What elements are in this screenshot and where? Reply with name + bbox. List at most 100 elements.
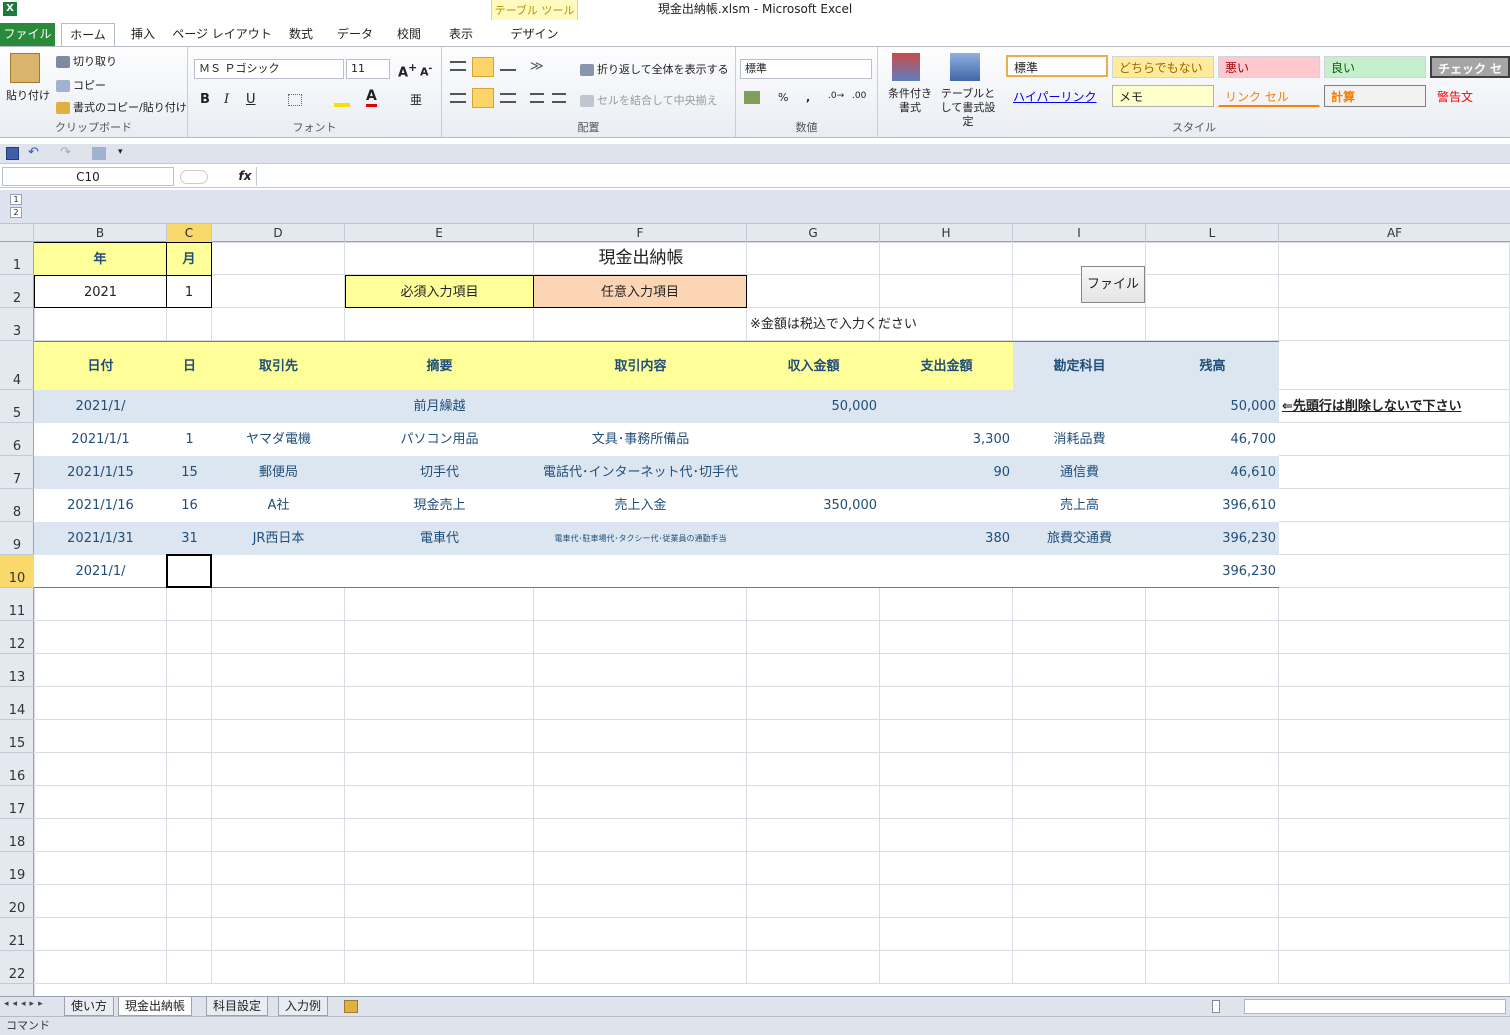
table-cell[interactable]: 46,610 (1146, 456, 1279, 489)
table-cell[interactable]: 16 (167, 489, 212, 522)
file-button[interactable]: ファイル (1081, 266, 1145, 303)
table-header-4[interactable]: 取引内容 (534, 341, 747, 390)
table-cell[interactable]: 売上入金 (534, 489, 747, 522)
sheet-tab-accounts[interactable]: 科目設定 (206, 997, 269, 1016)
table-cell[interactable]: 売上高 (1013, 489, 1146, 522)
table-cell[interactable] (1013, 390, 1146, 423)
row-header-3[interactable]: 3 (0, 308, 34, 341)
table-cell[interactable] (534, 555, 747, 588)
row-header-14[interactable]: 14 (0, 687, 34, 720)
worksheet-grid[interactable]: 年月 2021 1 現金出納帳 必須入力項目 任意入力項目 ※金額は税込で入力ください ファイ… (34, 242, 1510, 996)
table-header-0[interactable]: 日付 (34, 341, 167, 390)
table-cell[interactable]: 切手代 (345, 456, 534, 489)
select-all-corner[interactable] (0, 224, 34, 242)
table-header-6[interactable]: 支出金額 (880, 341, 1013, 390)
column-header-D[interactable]: D (212, 224, 345, 242)
conditional-format-button[interactable]: 条件付き書式 (884, 87, 936, 115)
column-header-B[interactable]: B (34, 224, 167, 242)
row-header-18[interactable]: 18 (0, 819, 34, 852)
table-cell[interactable]: 50,000 (1146, 390, 1279, 423)
table-cell[interactable]: 3,300 (880, 423, 1013, 456)
horizontal-scrollbar[interactable] (1244, 999, 1506, 1014)
row-header-19[interactable]: 19 (0, 852, 34, 885)
column-header-I[interactable]: I (1013, 224, 1146, 242)
format-painter-button[interactable]: 書式のコピー/貼り付け (56, 99, 187, 115)
print-preview-icon[interactable] (92, 147, 106, 160)
align-center-icon[interactable] (472, 88, 494, 108)
table-cell[interactable] (747, 555, 880, 588)
table-header-8[interactable]: 残高 (1146, 341, 1279, 390)
fx-icon[interactable]: fx (235, 167, 255, 186)
do-not-delete-warning[interactable]: ⇐先頭行は削除しないで下さい (1279, 390, 1510, 423)
column-header-G[interactable]: G (747, 224, 880, 242)
customize-qat-icon[interactable]: ▾ (118, 147, 123, 157)
style-hyperlink[interactable]: ハイパーリンク (1006, 85, 1108, 107)
table-cell[interactable] (212, 555, 345, 588)
row-header-10[interactable]: 10 (0, 555, 34, 588)
fill-color-icon[interactable] (334, 91, 350, 107)
table-header-1[interactable]: 日 (167, 341, 212, 390)
sheet-tab-usage[interactable]: 使い方 (64, 997, 115, 1016)
year-label-cell[interactable]: 年 (34, 242, 167, 275)
redo-icon[interactable]: ↷ (60, 145, 71, 160)
font-color-icon[interactable]: A (366, 89, 377, 107)
month-value-cell[interactable]: 1 (167, 275, 212, 308)
table-header-7[interactable]: 勘定科目 (1013, 341, 1146, 390)
save-icon[interactable] (6, 147, 19, 160)
column-header-C[interactable]: C (167, 224, 212, 242)
wrap-text-button[interactable]: 折り返して全体を表示する (580, 61, 729, 77)
year-value-cell[interactable]: 2021 (34, 275, 167, 308)
table-cell[interactable]: 電車代 (345, 522, 534, 555)
style-good[interactable]: 良い (1324, 56, 1426, 78)
table-cell[interactable]: 396,230 (1146, 522, 1279, 555)
tab-review[interactable]: 校閲 (388, 23, 430, 46)
row-header-16[interactable]: 16 (0, 753, 34, 786)
row-header-12[interactable]: 12 (0, 621, 34, 654)
percent-button[interactable]: % (778, 91, 788, 104)
tab-design[interactable]: デザイン (491, 23, 578, 46)
copy-button[interactable]: コピー (56, 77, 106, 93)
formula-bar-expand[interactable] (180, 170, 208, 184)
style-note[interactable]: メモ (1112, 85, 1214, 107)
outline-level-1-button[interactable]: 1 (10, 194, 22, 205)
style-linked-cell[interactable]: リンク セル (1218, 85, 1320, 107)
grow-font-icon[interactable]: A+ (398, 61, 417, 80)
table-cell[interactable] (1013, 555, 1146, 588)
table-cell[interactable]: 350,000 (747, 489, 880, 522)
style-bad[interactable]: 悪い (1218, 56, 1320, 78)
shrink-font-icon[interactable]: A- (420, 63, 432, 79)
tab-file[interactable]: ファイル (0, 23, 55, 46)
month-label-cell[interactable]: 月 (167, 242, 212, 275)
tab-page-layout[interactable]: ページ レイアウト (172, 23, 272, 46)
row-header-20[interactable]: 20 (0, 885, 34, 918)
table-cell[interactable]: 396,230 (1146, 555, 1279, 588)
table-cell[interactable] (880, 555, 1013, 588)
row-header-8[interactable]: 8 (0, 489, 34, 522)
row-header-22[interactable]: 22 (0, 951, 34, 984)
table-cell[interactable]: A社 (212, 489, 345, 522)
row-header-5[interactable]: 5 (0, 390, 34, 423)
style-normal[interactable]: 標準 (1006, 55, 1108, 77)
table-cell[interactable] (212, 390, 345, 423)
table-cell[interactable]: 2021/1/ (34, 555, 167, 588)
table-cell[interactable] (880, 390, 1013, 423)
table-cell[interactable] (747, 522, 880, 555)
table-cell[interactable] (747, 456, 880, 489)
italic-icon[interactable]: I (224, 92, 229, 107)
formula-input[interactable] (256, 167, 1508, 186)
table-cell[interactable]: パソコン用品 (345, 423, 534, 456)
table-cell[interactable] (345, 555, 534, 588)
column-header-E[interactable]: E (345, 224, 534, 242)
column-header-L[interactable]: L (1146, 224, 1279, 242)
paste-button[interactable]: 貼り付け (6, 87, 50, 103)
table-cell[interactable]: 46,700 (1146, 423, 1279, 456)
table-cell[interactable]: 通信費 (1013, 456, 1146, 489)
table-cell[interactable]: JR西日本 (212, 522, 345, 555)
align-bottom-icon[interactable] (500, 61, 516, 71)
row-header-17[interactable]: 17 (0, 786, 34, 819)
style-calculation[interactable]: 計算 (1324, 85, 1426, 107)
undo-icon[interactable]: ↶ (28, 145, 39, 160)
tab-home[interactable]: ホーム (61, 23, 115, 46)
table-cell[interactable]: 文具･事務所備品 (534, 423, 747, 456)
align-left-icon[interactable] (450, 93, 466, 103)
